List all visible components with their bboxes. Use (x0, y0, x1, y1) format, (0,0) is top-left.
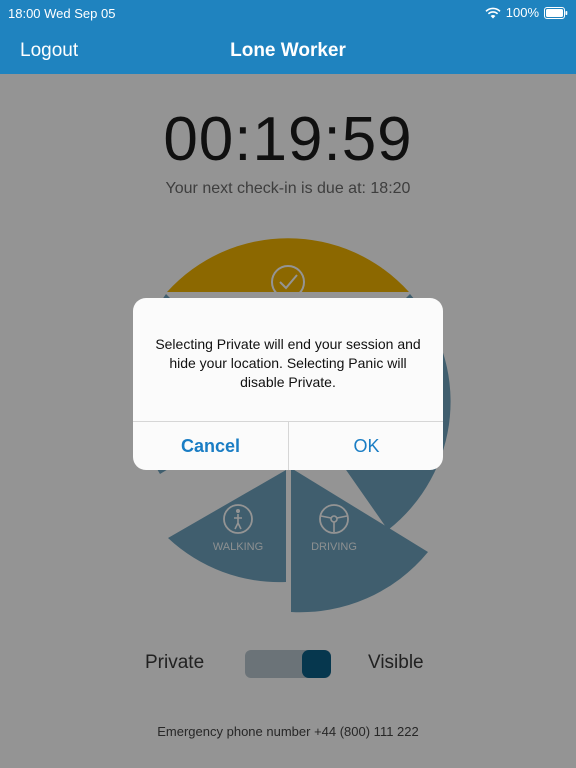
alert-dialog: Selecting Private will end your session … (133, 298, 443, 470)
battery-icon (544, 6, 568, 19)
ok-button[interactable]: OK (289, 422, 443, 470)
alert-message: Selecting Private will end your session … (155, 336, 421, 390)
status-right: 100% (485, 5, 568, 20)
battery-percent: 100% (505, 5, 539, 20)
page-title: Lone Worker (230, 40, 346, 61)
cancel-button[interactable]: Cancel (133, 422, 288, 470)
status-bar: 18:00 Wed Sep 05 100% (0, 0, 576, 28)
wifi-icon (485, 7, 501, 18)
nav-bar: Logout Lone Worker (0, 28, 576, 74)
status-time: 18:00 Wed Sep 05 (8, 6, 116, 21)
